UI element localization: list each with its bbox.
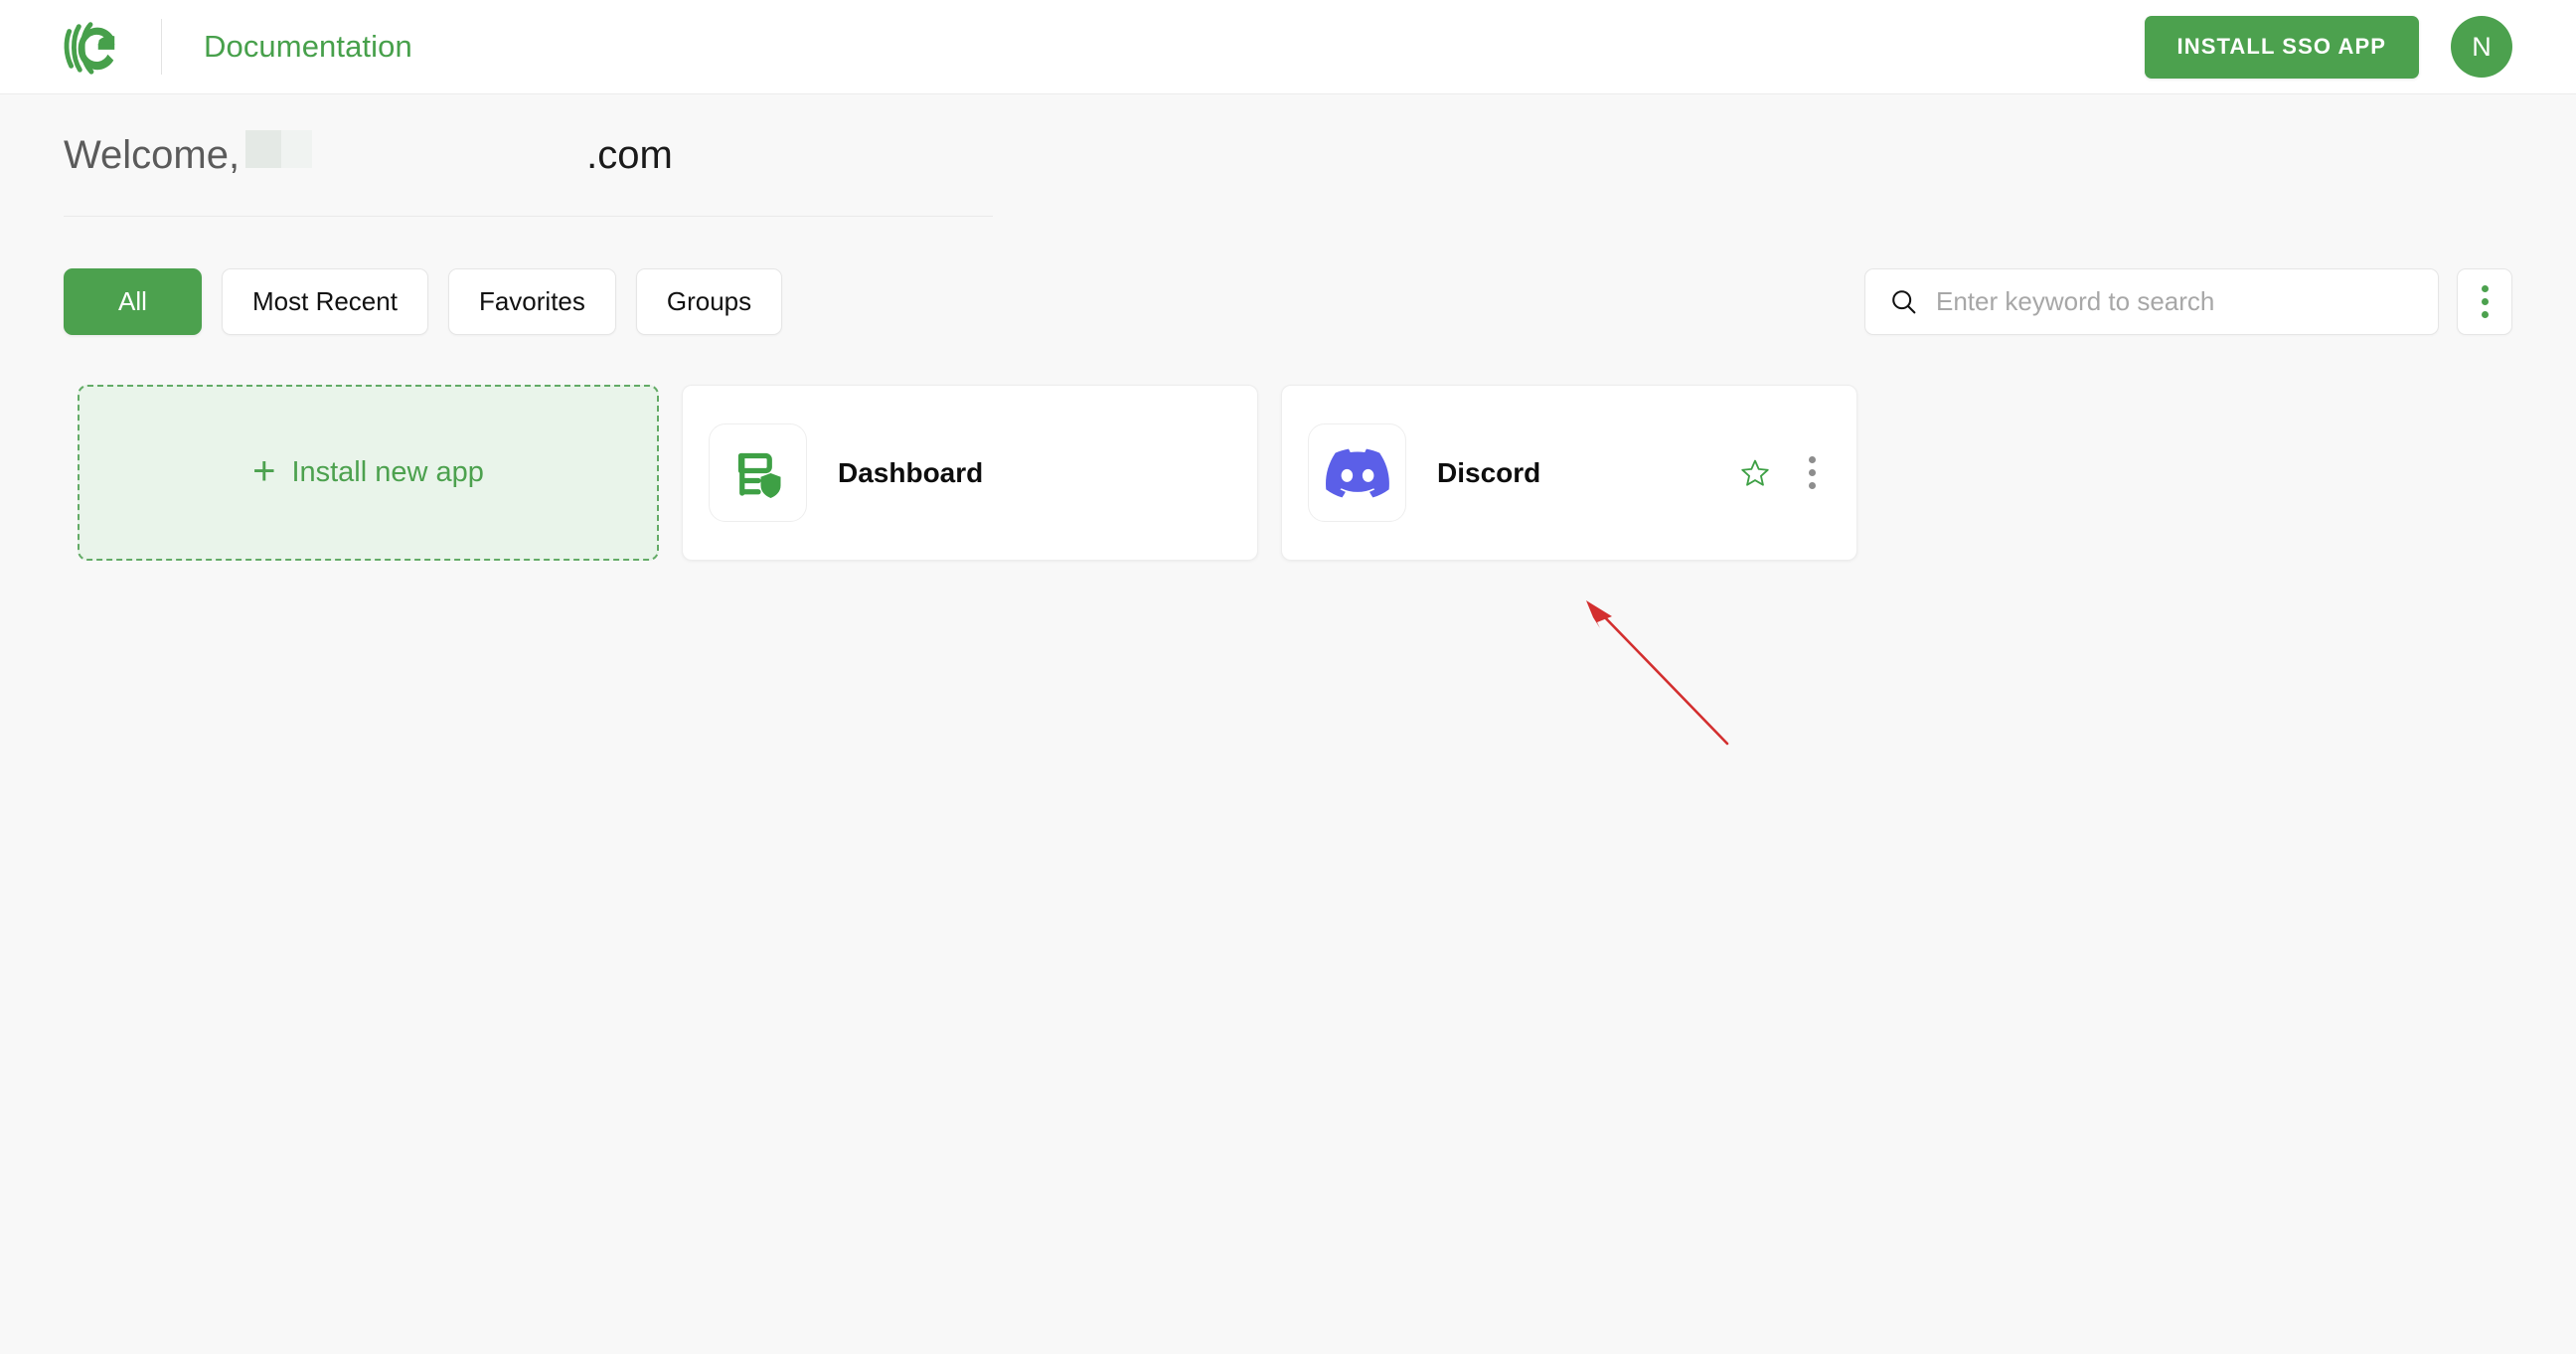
avatar[interactable]: N bbox=[2451, 16, 2512, 78]
search-box[interactable] bbox=[1864, 268, 2439, 335]
app-card-discord[interactable]: Discord bbox=[1281, 385, 1857, 561]
annotation-arrow-icon bbox=[1586, 600, 1729, 746]
tab-most-recent[interactable]: Most Recent bbox=[222, 268, 428, 335]
kebab-dot bbox=[1808, 482, 1816, 489]
welcome-greeting: Welcome, bbox=[64, 133, 241, 177]
kebab-dot bbox=[2481, 311, 2489, 318]
app-name-discord: Discord bbox=[1437, 456, 1541, 488]
tab-groups[interactable]: Groups bbox=[635, 268, 783, 335]
dashboard-shield-icon bbox=[709, 423, 807, 522]
app-grid: + Install new app Dashboard Discord bbox=[64, 385, 2512, 561]
app-header: Documentation INSTALL SSO APP N bbox=[0, 0, 2576, 94]
search-icon bbox=[1889, 287, 1918, 316]
welcome-divider bbox=[64, 216, 993, 217]
kebab-dot bbox=[1808, 469, 1816, 476]
install-new-app-label: Install new app bbox=[291, 456, 484, 488]
welcome-domain: .com bbox=[586, 133, 673, 177]
filter-bar: All Most Recent Favorites Groups bbox=[64, 268, 2512, 335]
kebab-dot bbox=[2481, 298, 2489, 305]
redacted-username-block-b bbox=[281, 130, 313, 168]
discord-icon bbox=[1308, 423, 1406, 522]
redacted-username-block-a bbox=[245, 130, 282, 168]
brand-divider bbox=[161, 19, 162, 75]
kebab-dot bbox=[2481, 285, 2489, 292]
app-card-actions bbox=[1737, 451, 1827, 495]
header-actions: INSTALL SSO APP N bbox=[2144, 15, 2512, 79]
plus-icon: + bbox=[252, 449, 276, 493]
app-name-dashboard: Dashboard bbox=[838, 456, 984, 488]
tab-all[interactable]: All bbox=[64, 268, 202, 335]
star-outline-icon[interactable] bbox=[1737, 455, 1773, 491]
page-title: Documentation bbox=[204, 29, 412, 64]
search-area bbox=[1864, 268, 2512, 335]
main-content: Welcome, .com All Most Recent Favorites … bbox=[0, 130, 2576, 561]
tab-favorites[interactable]: Favorites bbox=[447, 268, 616, 335]
search-overflow-menu-icon[interactable] bbox=[2457, 268, 2512, 335]
avatar-initial: N bbox=[2472, 31, 2492, 62]
app-card-dashboard[interactable]: Dashboard bbox=[682, 385, 1258, 561]
miniorange-logo-icon[interactable] bbox=[60, 16, 121, 78]
brand-block: Documentation bbox=[60, 0, 412, 93]
install-sso-app-button[interactable]: INSTALL SSO APP bbox=[2144, 15, 2419, 79]
install-new-app-card[interactable]: + Install new app bbox=[78, 385, 659, 561]
kebab-dot bbox=[1808, 456, 1816, 463]
app-card-overflow-menu-icon[interactable] bbox=[1797, 451, 1827, 495]
welcome-row: Welcome, .com bbox=[64, 130, 2512, 204]
search-input[interactable] bbox=[1934, 285, 2414, 318]
